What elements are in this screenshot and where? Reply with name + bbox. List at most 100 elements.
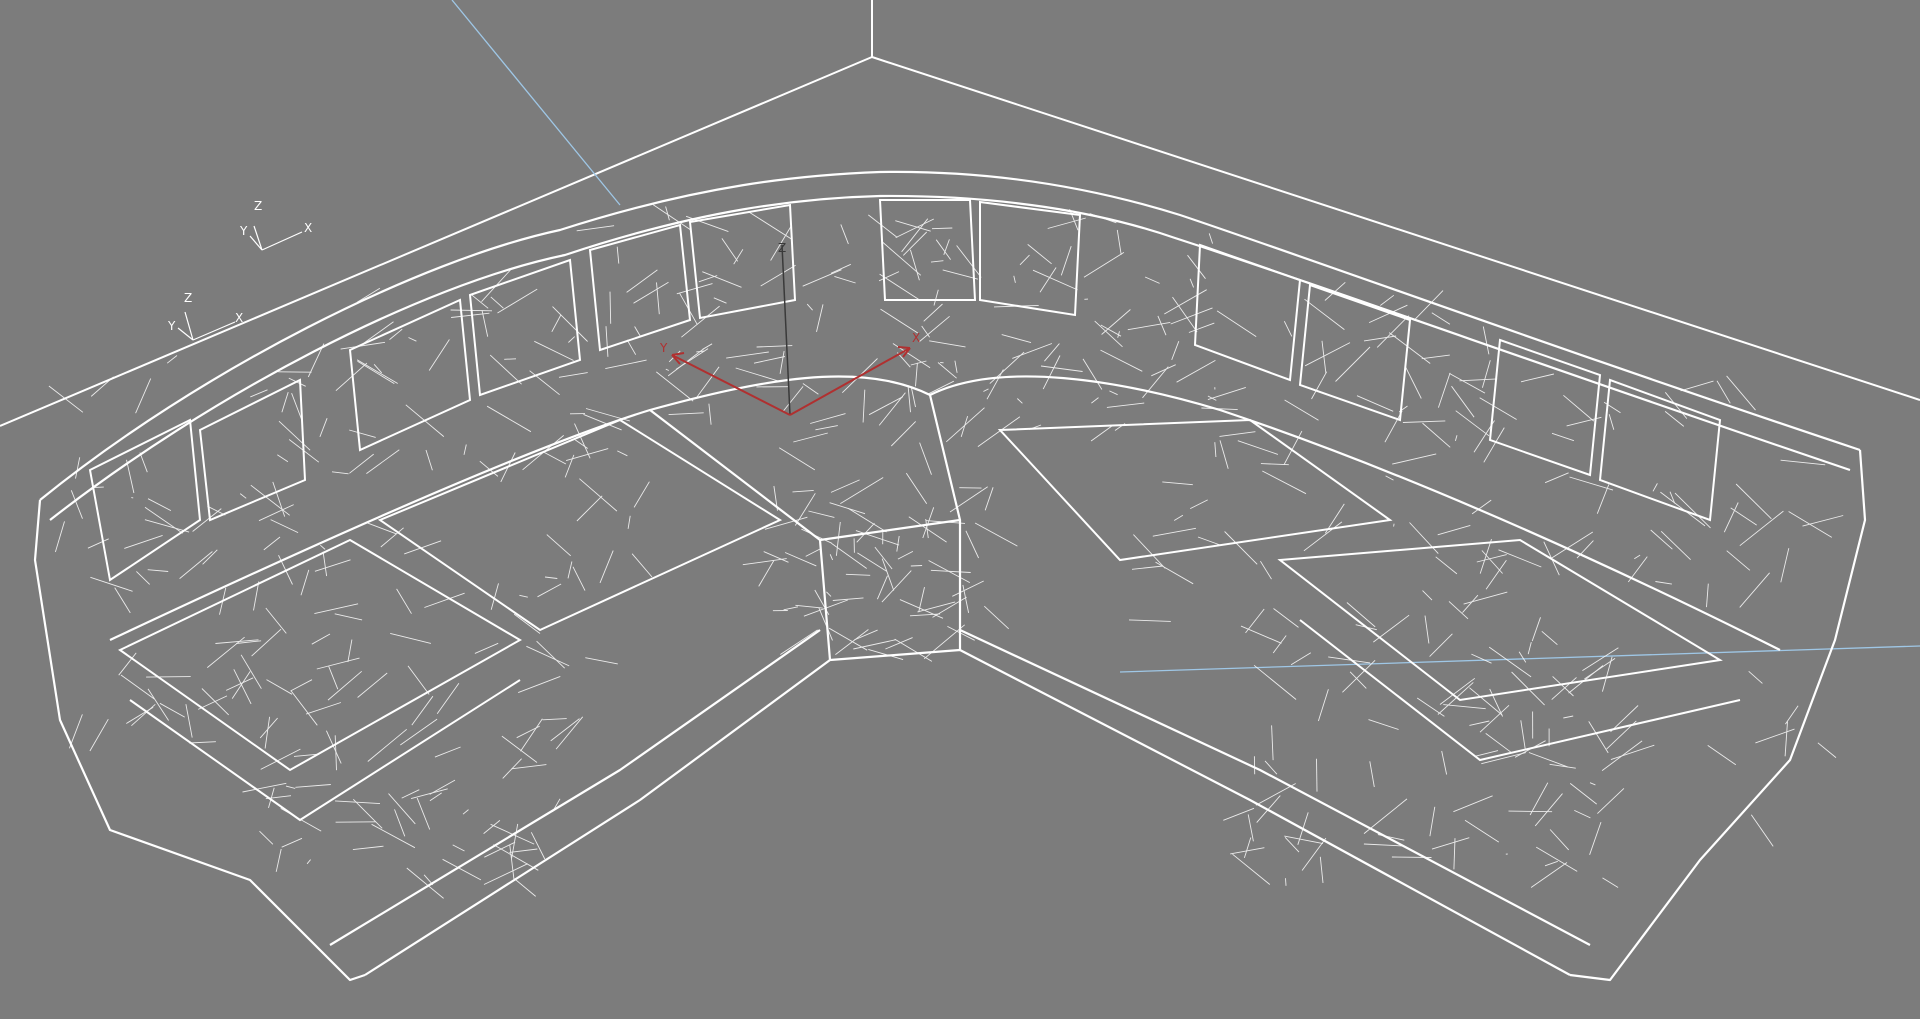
mesh-edge bbox=[410, 788, 448, 800]
mesh-edge bbox=[1304, 342, 1351, 367]
mesh-edge bbox=[552, 798, 561, 813]
gizmo-z-label: Z bbox=[778, 241, 786, 255]
mesh-edge bbox=[1471, 653, 1492, 664]
mesh-edge bbox=[665, 368, 669, 371]
mesh-edge bbox=[921, 325, 930, 338]
mesh-edge bbox=[331, 471, 349, 475]
mesh-edge bbox=[910, 360, 927, 366]
axis-tripod-icon-2: X Y Z bbox=[167, 291, 243, 341]
mesh-edge bbox=[185, 704, 193, 738]
mesh-edge bbox=[428, 339, 450, 371]
mesh-edge bbox=[897, 550, 914, 560]
mesh-edge bbox=[1335, 346, 1371, 382]
mesh-edge bbox=[1485, 559, 1507, 590]
mesh-edge bbox=[1544, 472, 1569, 484]
mesh-edge bbox=[1437, 372, 1451, 408]
mesh-edge bbox=[984, 487, 994, 511]
world-x-axis-line bbox=[1119, 645, 1920, 673]
sofa-front-left-2 bbox=[329, 629, 821, 946]
mesh-edge bbox=[147, 498, 172, 511]
mesh-edge bbox=[656, 282, 660, 315]
mesh-edge bbox=[202, 549, 218, 565]
mesh-edge bbox=[896, 535, 900, 552]
mesh-edge bbox=[1393, 523, 1395, 527]
3d-viewport[interactable]: X Y Z X Y Z X Y Z bbox=[0, 0, 1920, 1019]
mesh-edge bbox=[1481, 550, 1503, 574]
mesh-edge bbox=[1392, 453, 1437, 465]
mesh-edge bbox=[1454, 435, 1458, 442]
mesh-edge bbox=[251, 628, 282, 657]
mesh-edge bbox=[676, 283, 713, 295]
mesh-edge bbox=[868, 214, 898, 238]
mesh-edge bbox=[126, 459, 135, 494]
mesh-edge bbox=[763, 551, 789, 563]
mesh-edge bbox=[411, 695, 434, 726]
wireframe-scene[interactable]: X Y Z X Y Z X Y Z bbox=[0, 0, 1920, 1019]
mesh-edge bbox=[960, 415, 969, 438]
mesh-edge bbox=[1726, 550, 1751, 571]
mesh-edge bbox=[75, 457, 81, 479]
mesh-edge bbox=[135, 378, 152, 414]
mesh-edge bbox=[801, 528, 832, 544]
mesh-edge bbox=[1518, 651, 1527, 663]
mesh-edge bbox=[1706, 583, 1709, 608]
mesh-edge bbox=[349, 429, 376, 438]
mesh-edge bbox=[1164, 289, 1207, 315]
mesh-edge bbox=[1606, 720, 1637, 750]
mesh-edge bbox=[48, 385, 84, 413]
mesh-edge bbox=[307, 343, 325, 378]
mesh-edge bbox=[626, 339, 637, 355]
mesh-edge bbox=[192, 508, 222, 532]
mesh-edge bbox=[1508, 810, 1553, 813]
mesh-edge bbox=[1224, 531, 1258, 565]
mesh-edge bbox=[713, 297, 727, 304]
mesh-edge bbox=[1368, 719, 1399, 730]
mesh-edge bbox=[265, 607, 287, 634]
mesh-edge bbox=[1535, 846, 1578, 872]
mesh-edge bbox=[1520, 373, 1555, 383]
transform-gizmo[interactable]: X Y Z bbox=[659, 241, 920, 416]
mesh-edge bbox=[907, 384, 911, 413]
mesh-edge bbox=[1232, 853, 1271, 885]
mesh-edge bbox=[474, 642, 499, 654]
mesh-edge bbox=[793, 432, 828, 443]
mesh-edge bbox=[1451, 385, 1475, 418]
mesh-edge bbox=[514, 878, 536, 897]
mesh-edge bbox=[425, 449, 433, 471]
mesh-edge bbox=[462, 809, 469, 815]
mesh-edge bbox=[919, 442, 932, 475]
mesh-edge bbox=[518, 675, 561, 694]
mesh-edge bbox=[808, 510, 835, 518]
mesh-edge bbox=[1479, 397, 1517, 420]
mesh-edge bbox=[1116, 229, 1122, 255]
mesh-edge bbox=[264, 716, 271, 749]
mesh-edge bbox=[1596, 484, 1610, 514]
mesh-edge bbox=[189, 741, 216, 744]
tripod2-x-label: X bbox=[235, 311, 243, 325]
mesh-edge bbox=[1531, 617, 1541, 642]
mesh-edge bbox=[1197, 536, 1222, 546]
mesh-edge bbox=[1284, 836, 1300, 853]
mesh-edge bbox=[1527, 641, 1532, 655]
mesh-edge bbox=[322, 551, 328, 577]
mesh-edge bbox=[805, 548, 821, 557]
mesh-edge bbox=[574, 439, 588, 449]
mesh-edge bbox=[943, 239, 950, 255]
mesh-edge bbox=[956, 245, 982, 278]
mesh-edge bbox=[1597, 788, 1625, 814]
mesh-edge bbox=[794, 493, 816, 526]
mesh-edge bbox=[68, 714, 83, 749]
mesh-edge bbox=[1272, 635, 1287, 654]
mesh-edge bbox=[1569, 476, 1614, 491]
mesh-edge bbox=[1363, 798, 1408, 834]
mesh-edge bbox=[783, 606, 799, 611]
mesh-edge bbox=[136, 571, 151, 585]
mesh-edge bbox=[166, 355, 178, 364]
mesh-edge bbox=[530, 832, 546, 860]
mesh-edge bbox=[1481, 360, 1491, 388]
mesh-edge bbox=[320, 544, 326, 550]
mesh-edge bbox=[1027, 244, 1052, 265]
mesh-edge bbox=[1042, 355, 1061, 390]
mesh-edge bbox=[1304, 298, 1345, 330]
gizmo-y-axis[interactable] bbox=[671, 354, 791, 416]
